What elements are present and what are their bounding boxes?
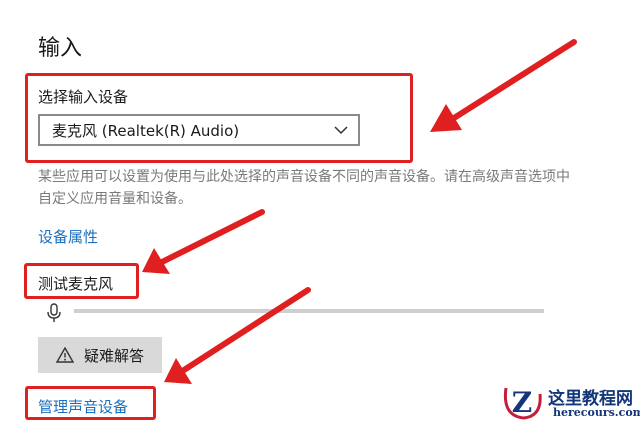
section-title: 输入 [38,36,83,61]
annotation-box-input-device [25,73,413,163]
watermark-logo: Z [503,386,542,420]
arrow-to-input-device [430,39,577,132]
troubleshoot-button[interactable]: 疑难解答 [38,337,162,373]
troubleshoot-label: 疑难解答 [83,346,144,365]
device-properties-link[interactable]: 设备属性 [38,226,98,247]
arrow-to-test-mic [142,209,265,274]
warning-icon [55,347,74,363]
mic-level-meter [74,309,544,313]
annotation-box-manage-devices [25,386,156,420]
description-text: 某些应用可以设置为使用与此处选择的声音设备不同的声音设备。请在高级声音选项中自定… [38,169,570,207]
watermark-url: herecours.com [553,406,640,419]
arrow-to-manage-devices [164,287,311,384]
svg-text:Z: Z [512,386,532,419]
microphone-icon [47,303,61,322]
annotation-box-test-mic [24,263,139,299]
